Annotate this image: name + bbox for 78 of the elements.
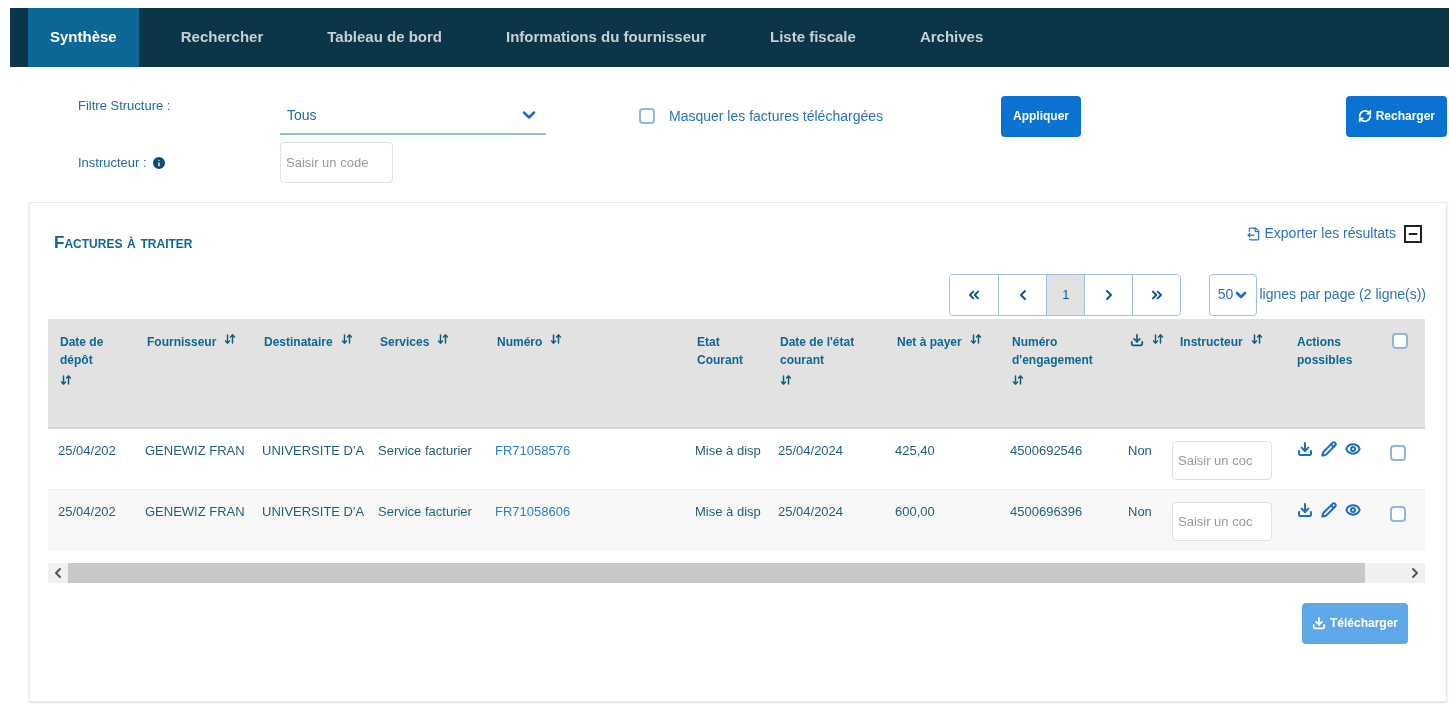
export-link[interactable]: Exporter les résultats xyxy=(1246,223,1396,244)
table-cell-text: Non xyxy=(1127,502,1153,521)
export-icon xyxy=(1246,226,1261,241)
sort-icon[interactable] xyxy=(60,373,72,386)
column-header[interactable]: Net à payer xyxy=(897,332,962,352)
nav-tab[interactable]: Rechercher xyxy=(158,8,286,67)
column-header[interactable]: Numéro d'engagement xyxy=(1012,332,1114,370)
nav-tab[interactable]: Liste fiscale xyxy=(748,8,878,67)
view-icon[interactable] xyxy=(1345,440,1361,457)
table-cell-text: 25/04/202 xyxy=(57,441,117,460)
reload-button[interactable]: Recharger xyxy=(1345,95,1447,137)
table-cell-text: GENEWIZ FRAN xyxy=(144,441,246,460)
page-size-label: lignes par page (2 ligne(s)) xyxy=(1259,285,1426,304)
collapse-button[interactable] xyxy=(1404,224,1422,243)
download-icon[interactable] xyxy=(1297,501,1313,518)
instructor-input[interactable]: Saisir un code xyxy=(280,142,393,183)
table-cell-text: 25/04/2024 xyxy=(777,441,845,460)
sort-icon[interactable] xyxy=(550,332,563,345)
column-header[interactable]: Date de l'état courant xyxy=(780,332,881,370)
sort-icon[interactable] xyxy=(340,332,353,345)
column-header[interactable]: Destinataire xyxy=(264,332,333,352)
table-cell-text: 600,00 xyxy=(894,502,936,521)
column-header[interactable]: Numéro xyxy=(497,332,543,352)
table-cell-text: Mise à disp xyxy=(694,441,762,460)
column-header[interactable]: Instructeur xyxy=(1180,332,1243,352)
field-label: Instructeur : xyxy=(78,153,147,172)
table-cell-text: Service facturier xyxy=(377,441,473,460)
download-icon[interactable] xyxy=(1297,440,1313,457)
sort-icon[interactable] xyxy=(1012,373,1024,386)
table-cell-text: 25/04/2024 xyxy=(777,502,845,521)
download-icon xyxy=(1130,332,1144,347)
view-icon[interactable] xyxy=(1345,501,1361,518)
table-cell-text: 425,40 xyxy=(894,441,936,460)
nav-tab[interactable]: Informations du fournisseur xyxy=(484,8,728,67)
horizontal-scrollbar[interactable] xyxy=(48,562,1425,583)
table-cell-text: UNIVERSITE D'A xyxy=(261,502,366,521)
instructor-cell-input[interactable]: Saisir un coc xyxy=(1172,501,1272,541)
table-cell-text: 4500692546 xyxy=(1009,441,1084,460)
column-header[interactable]: Etat Courant xyxy=(697,332,764,370)
panel-title: Factures à traiter xyxy=(54,232,193,254)
table-cell-text: Mise à disp xyxy=(694,502,762,521)
sort-icon[interactable] xyxy=(1250,332,1263,345)
download-icon xyxy=(1311,616,1326,630)
table-cell-text: 25/04/202 xyxy=(57,502,117,521)
field-label: Filtre Structure : xyxy=(78,97,172,115)
table-cell-text: GENEWIZ FRAN xyxy=(144,502,246,521)
sort-icon[interactable] xyxy=(437,332,450,345)
structure-dropdown[interactable]: Tous xyxy=(280,97,546,135)
checkbox[interactable] xyxy=(1390,505,1406,522)
sort-icon[interactable] xyxy=(224,332,237,345)
table-cell-text: Service facturier xyxy=(377,502,473,521)
table-cell-text: UNIVERSITE D'A xyxy=(261,441,366,460)
edit-icon[interactable] xyxy=(1321,440,1337,457)
apply-button[interactable]: Appliquer xyxy=(1001,95,1081,137)
nav-tab[interactable]: Tableau de bord xyxy=(305,8,464,67)
nav-tab[interactable]: Archives xyxy=(897,8,1006,67)
page-button[interactable]: 1 xyxy=(1046,274,1085,315)
column-header[interactable]: Services xyxy=(380,332,430,352)
column-header[interactable]: Actions possibles xyxy=(1297,332,1376,370)
column-header[interactable]: Fournisseur xyxy=(147,332,217,352)
table-cell[interactable]: FR71058606 xyxy=(485,501,685,521)
table-cell-text: Non xyxy=(1127,441,1153,460)
refresh-icon xyxy=(1357,109,1372,123)
page-size-select[interactable]: 50 xyxy=(1209,273,1258,316)
checkbox[interactable] xyxy=(1392,332,1408,349)
instructor-cell-input[interactable]: Saisir un coc xyxy=(1172,440,1272,480)
sort-icon[interactable] xyxy=(780,373,792,386)
edit-icon[interactable] xyxy=(1321,501,1337,518)
info-icon[interactable] xyxy=(150,154,167,171)
nav-tab[interactable]: Synthèse xyxy=(28,8,139,67)
checkbox[interactable] xyxy=(1390,444,1406,461)
table-cell-text: 4500696396 xyxy=(1009,502,1084,521)
sort-icon[interactable] xyxy=(1152,332,1164,345)
sort-icon[interactable] xyxy=(969,332,982,345)
checkbox[interactable] xyxy=(639,108,655,124)
checkbox-label: Masquer les factures téléchargées xyxy=(669,106,883,126)
column-header[interactable]: Date de dépôt xyxy=(60,332,131,370)
table-cell[interactable]: FR71058576 xyxy=(485,440,685,460)
